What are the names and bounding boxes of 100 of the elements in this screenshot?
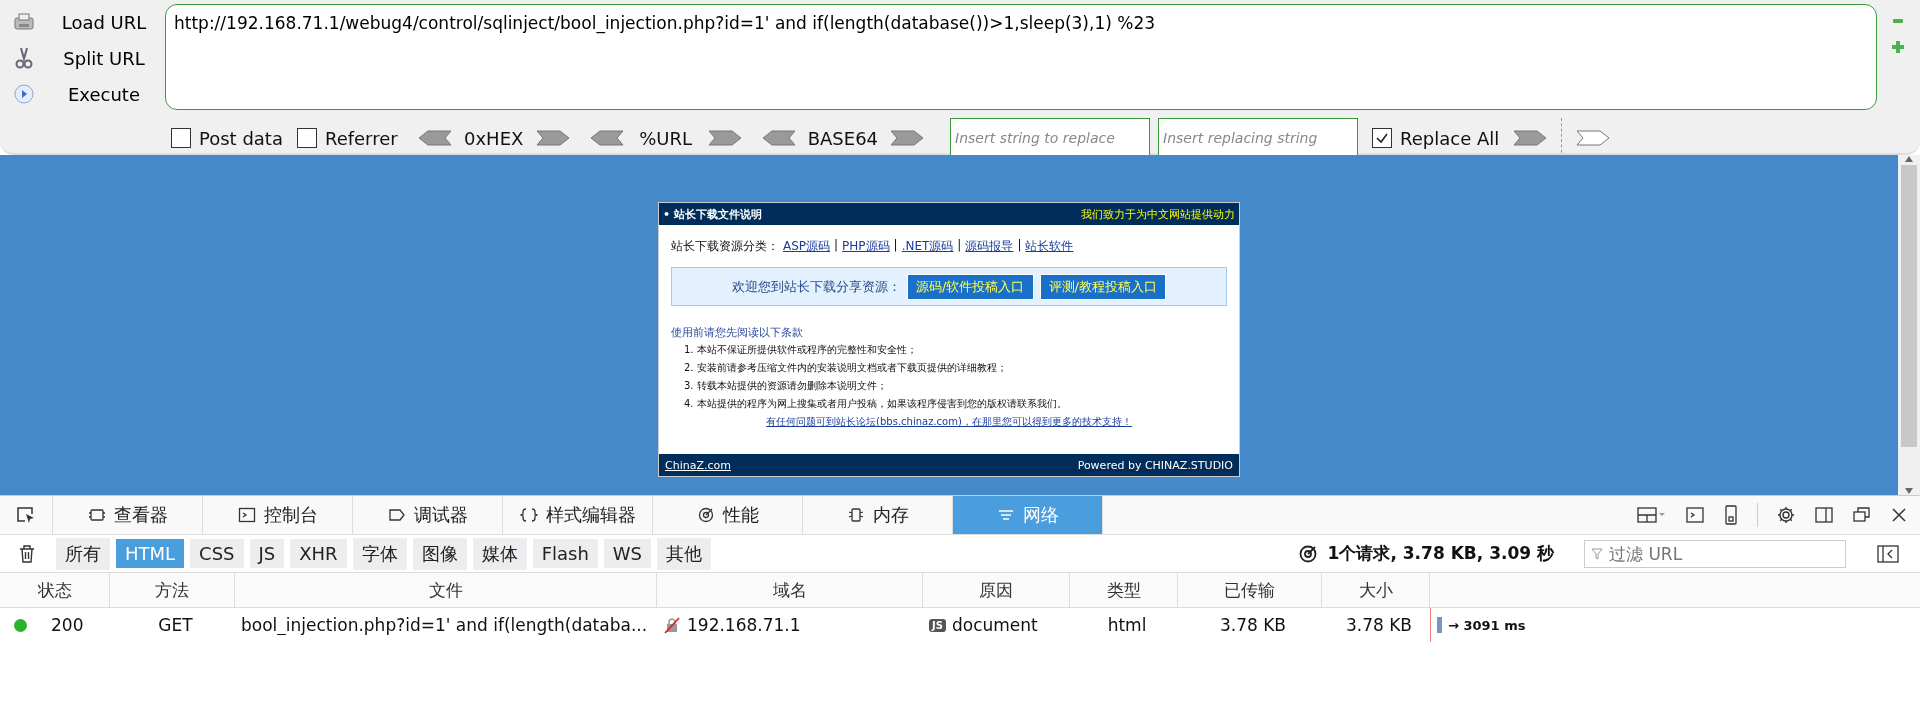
- element-picker-icon[interactable]: [16, 506, 36, 524]
- table-cell: bool_injection.php?id=1' and if(length(databa...: [241, 615, 648, 635]
- separator-text: |: [893, 238, 898, 254]
- sidebar-toggle-icon[interactable]: [1876, 543, 1900, 564]
- encoding-label: BASE64: [807, 127, 879, 149]
- close-icon[interactable]: [1890, 506, 1908, 524]
- network-tab-icon: [996, 507, 1015, 523]
- filter-button[interactable]: 其他: [657, 537, 712, 570]
- filter-button[interactable]: XHR: [290, 539, 347, 568]
- performance-icon[interactable]: [1297, 543, 1318, 564]
- submit-link-button[interactable]: 评测/教程投稿入口: [1039, 273, 1166, 300]
- notice-item: 4. 本站提供的程序为网上搜集或者用户投稿，如果该程序侵害到您的版权请联系我们。: [684, 397, 1068, 411]
- performance-tab-icon: [696, 507, 715, 523]
- notice-title: 使用前请您先阅读以下条款: [670, 325, 804, 340]
- category-link[interactable]: ASP源码: [783, 238, 831, 255]
- checkbox[interactable]: [1372, 128, 1393, 148]
- separator-text: |: [1017, 238, 1022, 254]
- table-cell: 3.78 KB: [1345, 615, 1413, 635]
- console-tab-icon: [237, 507, 256, 523]
- category-link[interactable]: 站长软件: [1025, 238, 1074, 255]
- replace-arrow-icon[interactable]: [1576, 130, 1611, 146]
- card-title: • 站长下载文件说明: [663, 206, 762, 222]
- phone-icon[interactable]: [1723, 505, 1739, 525]
- filter-url-field[interactable]: 过滤 URL: [1584, 539, 1846, 568]
- checkbox-label: Post data: [199, 127, 283, 149]
- encode-arrow-icon[interactable]: [707, 130, 742, 146]
- filter-button[interactable]: 字体: [352, 537, 407, 570]
- column-header[interactable]: 原因: [979, 578, 1013, 602]
- filter-button[interactable]: 媒体: [472, 537, 527, 570]
- devtools-tab[interactable]: 调试器: [353, 496, 503, 534]
- execute-url-button[interactable]: Execute: [54, 83, 154, 105]
- table-cell: 3.78 KB: [1219, 615, 1287, 635]
- encoding-label: %URL: [638, 127, 694, 149]
- checkbox[interactable]: [171, 128, 191, 148]
- column-header[interactable]: 状态: [37, 578, 72, 602]
- request-summary: 1个请求, 3.78 KB, 3.09 秒: [1327, 542, 1554, 565]
- filter-button[interactable]: 所有: [56, 537, 110, 570]
- devtools-tab[interactable]: 样式编辑器: [503, 496, 653, 534]
- checkmark-icon: [1375, 131, 1390, 145]
- slogan: 我们致力于为中文网站提供动力: [1081, 206, 1235, 222]
- replace-arrow-icon[interactable]: [1513, 130, 1548, 146]
- filter-button[interactable]: WS: [603, 539, 652, 568]
- decode-arrow-icon[interactable]: [589, 130, 624, 146]
- trash-icon[interactable]: [18, 543, 36, 564]
- layout-icon[interactable]: [1637, 506, 1667, 524]
- timing-bar: [1437, 617, 1442, 633]
- category-label: 站长下载资源分类：: [671, 238, 779, 255]
- table-cell: 200: [51, 615, 84, 635]
- filter-button[interactable]: 图像: [412, 537, 467, 570]
- column-header[interactable]: 文件: [428, 578, 463, 602]
- style-tab-icon: [519, 507, 538, 523]
- sidebar-icon[interactable]: [1814, 506, 1834, 524]
- encode-arrow-icon[interactable]: [890, 130, 925, 146]
- filter-icon: [1591, 547, 1603, 560]
- encoding-label: 0xHEX: [463, 127, 524, 149]
- checkbox-label: Replace All: [1400, 127, 1500, 149]
- windows-icon[interactable]: [1852, 506, 1872, 524]
- filter-button[interactable]: CSS: [190, 539, 244, 568]
- category-link[interactable]: 源码报导: [965, 238, 1014, 255]
- filter-button[interactable]: Flash: [532, 539, 598, 568]
- play-icon: [12, 82, 36, 106]
- checkbox[interactable]: [296, 128, 317, 148]
- column-header[interactable]: 方法: [155, 578, 189, 602]
- replace-field[interactable]: Insert replacing string: [1158, 118, 1359, 158]
- table-cell: GET: [158, 615, 193, 635]
- url-field[interactable]: http://192.168.71.1/webug4/control/sqlinject/bool_injection.php?id=1' and if(length(database())>1,sleep(3),1) %23: [165, 4, 1877, 110]
- replace-field[interactable]: Insert string to replace: [950, 118, 1151, 158]
- column-header[interactable]: 已传输: [1224, 578, 1275, 602]
- inspector-tab-icon: [87, 507, 106, 523]
- forum-link[interactable]: 有任何问题可到站长论坛(bbs.chinaz.com)，在那里您可以得到更多的技术支持！: [766, 416, 1132, 427]
- table-cell: html: [1107, 615, 1147, 635]
- devtools-tab[interactable]: 查看器: [53, 496, 203, 534]
- load-url-button[interactable]: Load URL: [54, 11, 154, 33]
- devtools-tab[interactable]: 性能: [653, 496, 803, 534]
- insecure-lock-icon: [663, 616, 681, 634]
- welcome-text: 欢迎您到站长下载分享资源：: [732, 277, 902, 296]
- separator-text: |: [957, 238, 962, 254]
- filter-button[interactable]: JS: [249, 539, 285, 568]
- column-header[interactable]: 域名: [772, 578, 807, 602]
- powered-by-text: Powered by CHINAZ.STUDIO: [1077, 458, 1233, 472]
- notice-item: 2. 安装前请参考压缩文件内的安装说明文档或者下载页提供的详细教程；: [684, 361, 1008, 375]
- site-link[interactable]: ChinaZ.com: [665, 458, 731, 472]
- settings-icon[interactable]: [1776, 505, 1796, 525]
- debugger-tab-icon: [387, 507, 406, 523]
- column-header[interactable]: 类型: [1106, 578, 1141, 602]
- memory-tab-icon: [846, 507, 865, 523]
- category-link[interactable]: PHP源码: [842, 238, 890, 255]
- encode-arrow-icon[interactable]: [535, 130, 570, 146]
- column-header[interactable]: 大小: [1358, 578, 1393, 602]
- devtools-tab[interactable]: 控制台: [203, 496, 353, 534]
- js-badge: JS: [929, 618, 946, 632]
- table-cell: 192.168.71.1: [687, 615, 801, 635]
- decode-arrow-icon[interactable]: [417, 130, 452, 146]
- console-icon[interactable]: [1685, 506, 1705, 524]
- submit-link-button[interactable]: 源码/软件投稿入口: [907, 273, 1034, 300]
- category-link[interactable]: .NET源码: [901, 238, 954, 255]
- scrollbar[interactable]: [1898, 155, 1920, 495]
- decode-arrow-icon[interactable]: [761, 130, 796, 146]
- checkbox-label: Referrer: [324, 127, 398, 149]
- split-url-button[interactable]: Split URL: [54, 47, 154, 69]
